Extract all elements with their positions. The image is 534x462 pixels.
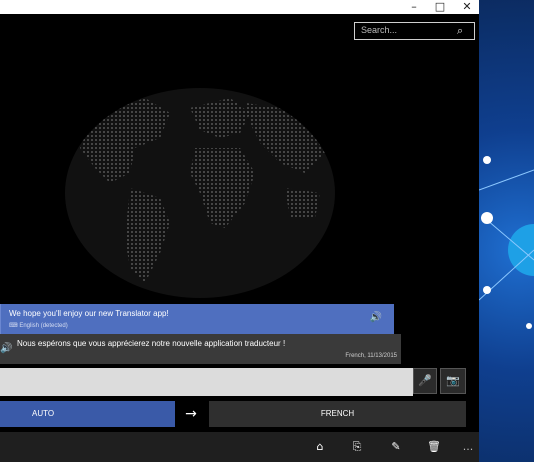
to-language-button[interactable]: FRENCH [209, 401, 466, 427]
copy-icon[interactable]: ⎘ [347, 438, 367, 456]
search-placeholder: Search... [361, 25, 398, 35]
translation-input[interactable] [0, 368, 413, 396]
camera-icon[interactable]: 📷 [440, 368, 466, 394]
edit-icon[interactable]: ✎ [386, 438, 406, 456]
from-language-label: AUTO [32, 409, 55, 418]
target-translation-card[interactable]: 🔊 Nous espérons que vous apprécierez not… [0, 334, 401, 364]
arrow-right-icon[interactable]: → [178, 401, 204, 427]
desktop-wallpaper-network [479, 156, 534, 329]
translated-text: Nous espérons que vous apprécierez notre… [17, 339, 286, 348]
translation-meta: French, 11/13/2015 [345, 353, 397, 359]
speaker-icon[interactable]: 🔊 [370, 312, 382, 323]
minimize-button[interactable]: – [404, 0, 424, 14]
globe-dot-map [65, 88, 335, 298]
bottom-toolbar: ⌂ ⎘ ✎ 🗑 ... [0, 432, 479, 462]
source-text: We hope you'll enjoy our new Translator … [9, 309, 169, 318]
translator-window: – □ ✕ Search... ⌕ We hope you'll enjoy o… [0, 0, 479, 462]
search-icon[interactable]: ⌕ [457, 24, 471, 38]
maximize-button[interactable]: □ [430, 0, 450, 14]
more-icon[interactable]: ... [458, 438, 478, 456]
delete-icon[interactable]: 🗑 [424, 438, 444, 456]
keyboard-icon: ⌨ [9, 323, 18, 329]
pin-icon[interactable]: ⌂ [310, 438, 330, 456]
source-translation-card[interactable]: We hope you'll enjoy our new Translator … [0, 304, 394, 334]
close-button[interactable]: ✕ [457, 0, 477, 14]
title-bar: – □ ✕ [0, 0, 479, 14]
detected-language: ⌨ English (detected) [9, 322, 68, 329]
microphone-icon[interactable]: 🎤 [413, 368, 437, 394]
to-language-label: FRENCH [320, 409, 355, 418]
from-language-button[interactable]: AUTO [0, 401, 175, 427]
search-box[interactable]: Search... ⌕ [354, 22, 475, 40]
speaker-icon[interactable]: 🔊 [0, 343, 12, 354]
detected-language-label: English (detected) [19, 323, 68, 329]
